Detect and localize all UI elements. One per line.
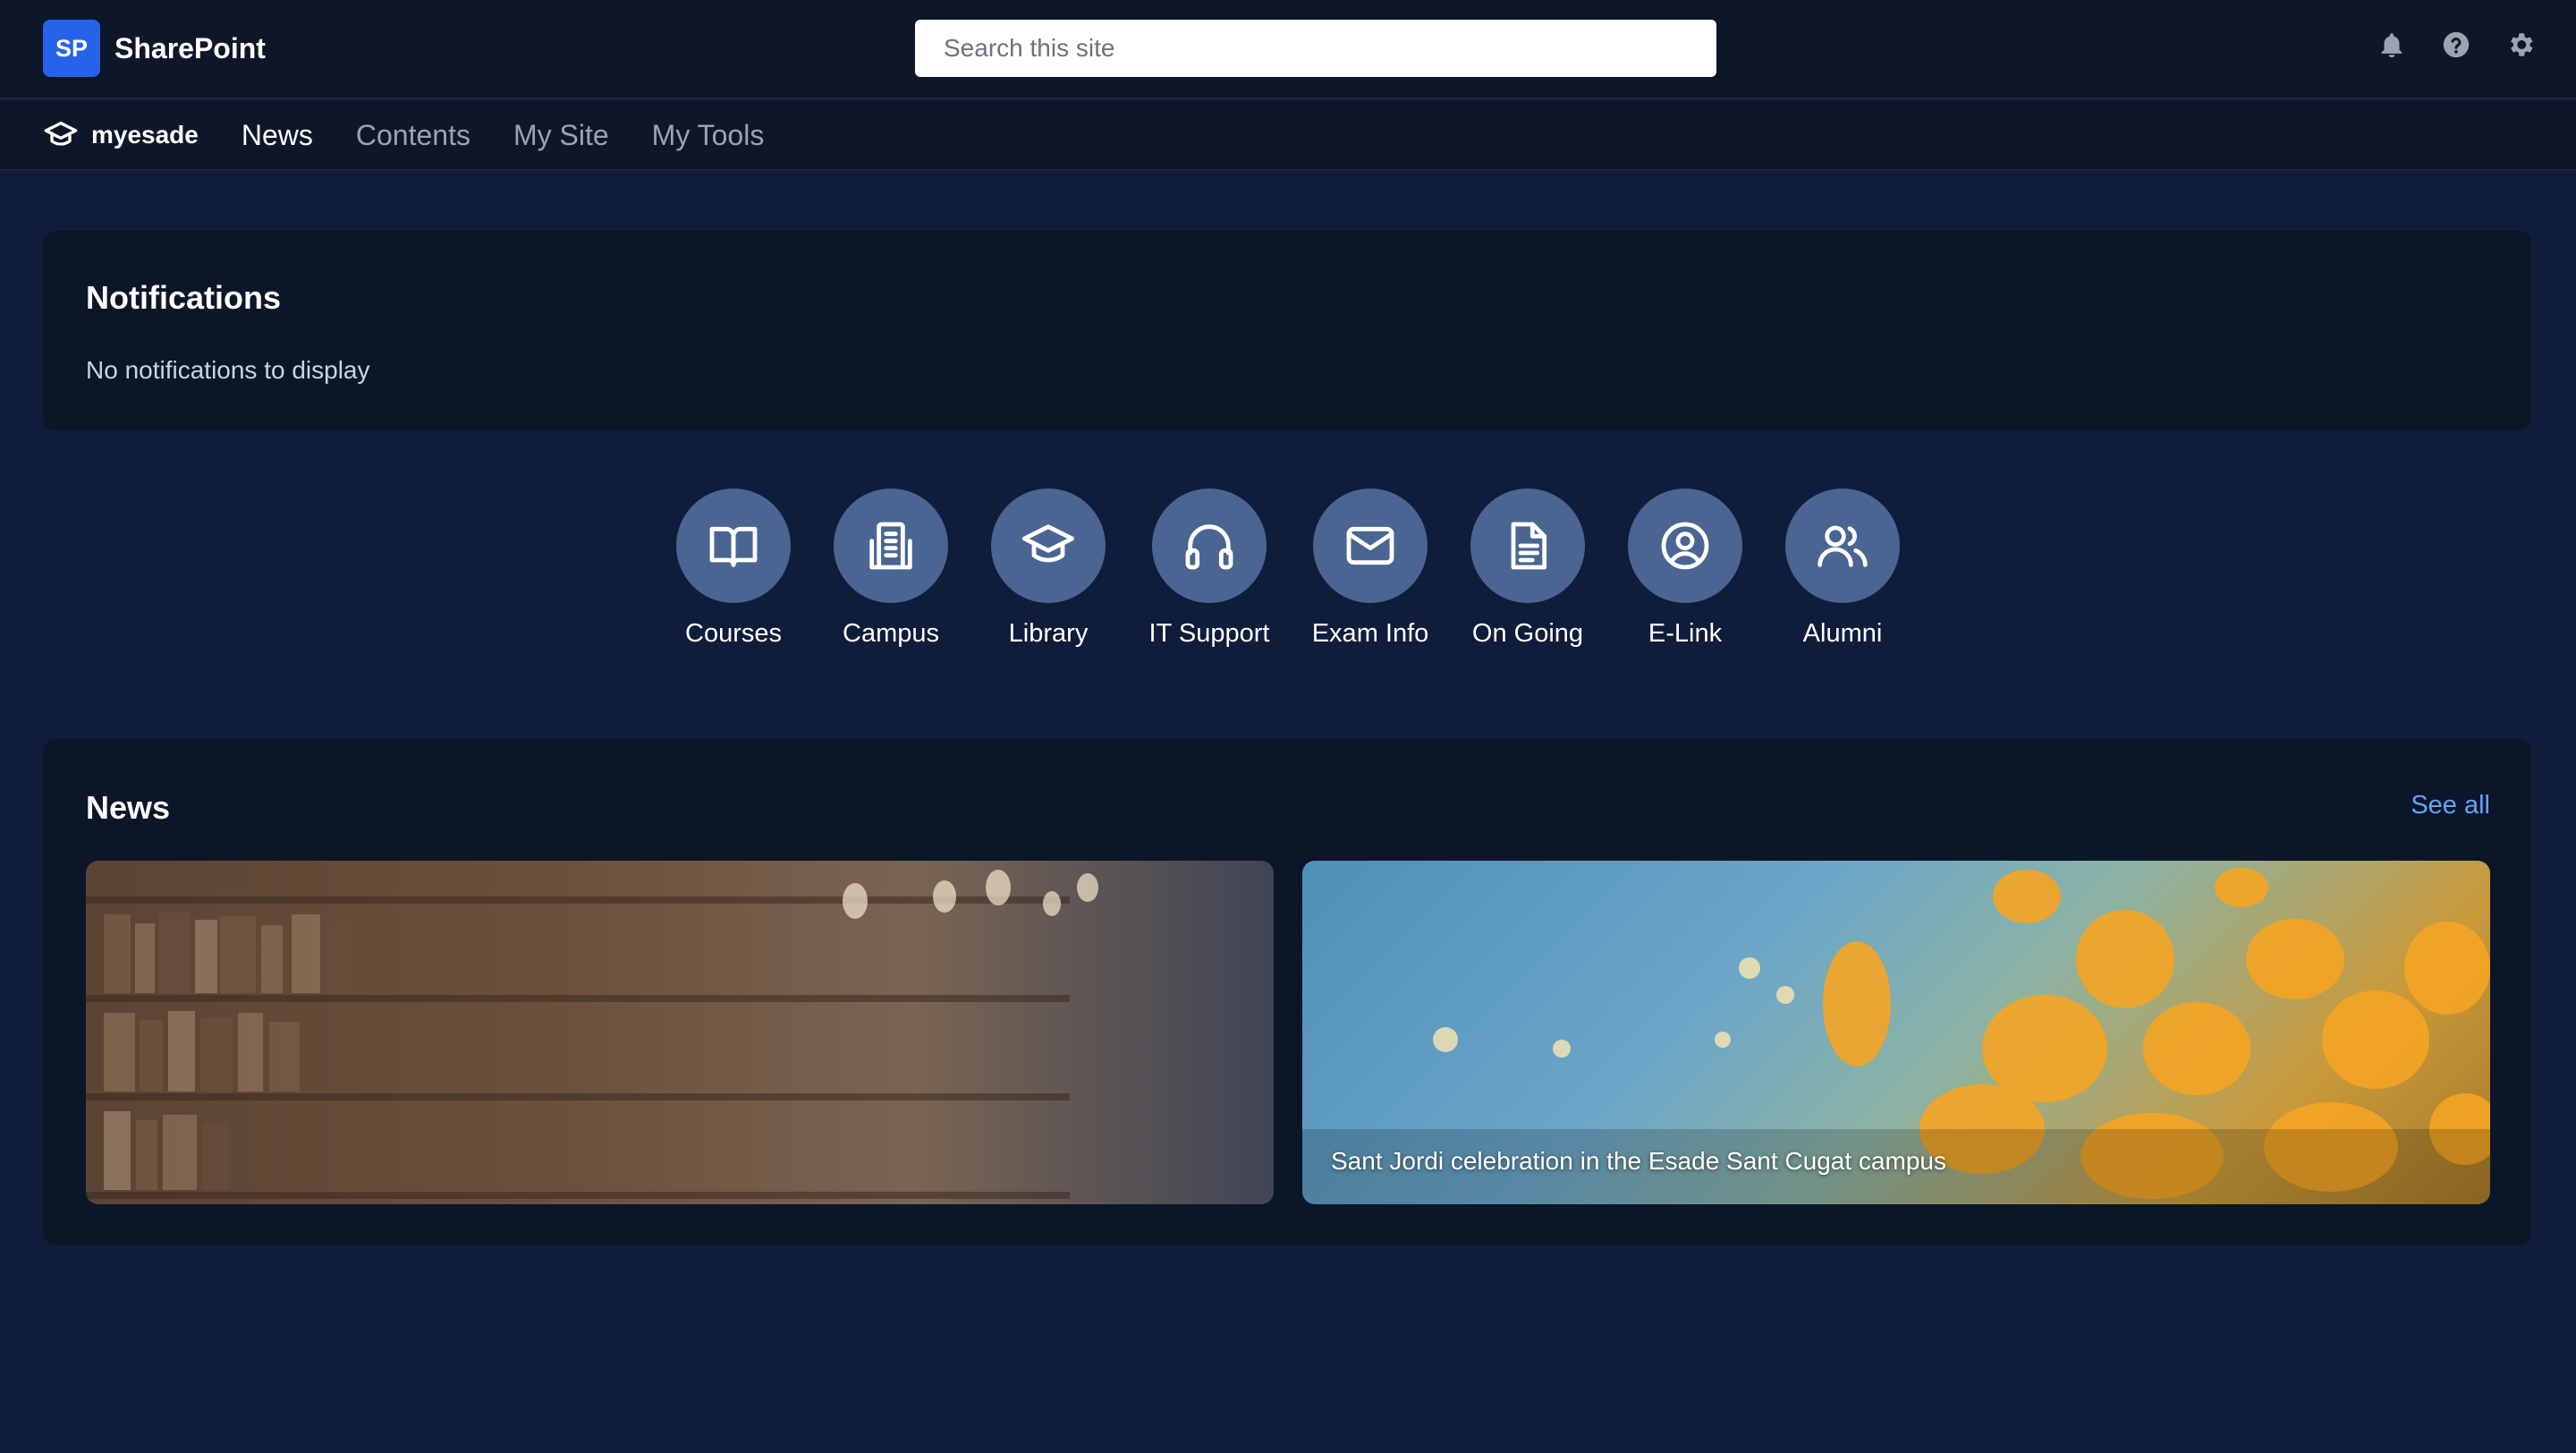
nav-link-contents[interactable]: Contents	[356, 119, 470, 152]
user-circle-icon	[1661, 522, 1709, 570]
notifications-empty-text: No notifications to display	[86, 356, 370, 384]
quick-link-circle	[1470, 489, 1585, 603]
header-actions	[2376, 29, 2537, 61]
gear-icon[interactable]	[2504, 29, 2537, 61]
news-item-library[interactable]	[86, 861, 1274, 1204]
quick-link-e-link[interactable]: E-Link	[1605, 489, 1766, 649]
graduation-cap-icon	[44, 122, 78, 146]
quick-link-label: IT Support	[1148, 619, 1270, 648]
help-icon[interactable]	[2440, 29, 2472, 61]
site-name: myesade	[91, 121, 199, 149]
news-caption: Sant Jordi celebration in the Esade Sant…	[1331, 1147, 1946, 1175]
envelope-icon	[1346, 526, 1394, 565]
see-all-link[interactable]: See all	[2411, 791, 2490, 820]
brand[interactable]: SP SharePoint	[43, 20, 266, 77]
site-nav: myesade News Contents My Site My Tools	[0, 101, 2576, 171]
quick-link-library[interactable]: Library	[968, 489, 1129, 649]
quick-link-on-going[interactable]: On Going	[1447, 489, 1608, 649]
notifications-card	[43, 231, 2531, 430]
headphones-icon	[1185, 524, 1233, 570]
site-home-link[interactable]: myesade	[43, 117, 199, 153]
quick-link-label: Library	[1008, 619, 1089, 648]
quick-link-circle	[1628, 489, 1742, 603]
app-name[interactable]: SharePoint	[114, 32, 266, 65]
notifications-title: Notifications	[86, 279, 282, 316]
quick-link-label: E-Link	[1648, 619, 1723, 648]
building-icon	[869, 522, 912, 570]
news-item-sant-jordi[interactable]: Sant Jordi celebration in the Esade Sant…	[1302, 861, 2490, 1204]
quick-links: Courses Campus Library IT Support Exam I…	[0, 489, 2576, 650]
quick-link-alumni[interactable]: Alumni	[1762, 489, 1923, 649]
quick-link-circle	[991, 489, 1106, 603]
search-input[interactable]	[915, 20, 1716, 77]
sharepoint-logo[interactable]: SP	[43, 20, 100, 77]
document-icon	[1511, 522, 1547, 570]
quick-link-label: Courses	[685, 619, 782, 648]
quick-link-label: Exam Info	[1311, 619, 1429, 648]
quick-link-circle	[834, 489, 948, 603]
quick-link-label: On Going	[1471, 619, 1584, 648]
quick-link-circle	[1152, 489, 1267, 603]
nav-link-my-tools[interactable]: My Tools	[652, 119, 765, 152]
quick-link-campus[interactable]: Campus	[810, 489, 971, 649]
quick-link-exam-info[interactable]: Exam Info	[1290, 489, 1451, 649]
quick-link-circle	[1785, 489, 1900, 603]
quick-link-courses[interactable]: Courses	[653, 489, 814, 649]
quick-link-it-support[interactable]: IT Support	[1129, 489, 1290, 649]
nav-link-news[interactable]: News	[242, 119, 313, 152]
news-title: News	[86, 789, 171, 826]
top-bar: SP SharePoint	[0, 0, 2576, 99]
quick-link-label: Alumni	[1802, 619, 1883, 648]
quick-link-label: Campus	[843, 619, 939, 648]
nav-link-my-site[interactable]: My Site	[513, 119, 609, 152]
graduation-cap-icon	[1021, 524, 1075, 563]
users-icon	[1818, 525, 1868, 567]
bell-icon[interactable]	[2376, 29, 2408, 61]
library-bookshelves-image	[86, 870, 1098, 1199]
quick-link-circle	[676, 489, 791, 603]
quick-link-circle	[1313, 489, 1428, 603]
book-open-icon	[709, 526, 758, 567]
